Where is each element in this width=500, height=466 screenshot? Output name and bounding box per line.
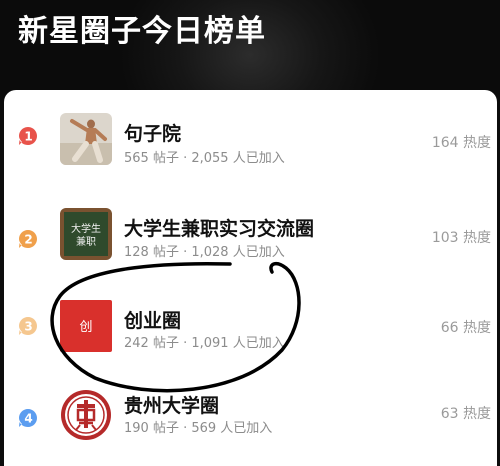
circle-name: 大学生兼职实习交流圈 bbox=[124, 218, 315, 240]
rank-badge-2: 2 bbox=[18, 229, 38, 249]
list-item-rank-4[interactable]: 4 贵州大学圈 190 帖子 · 569 人已加入 63 热度 bbox=[4, 383, 497, 463]
rank-number-3: 3 bbox=[24, 320, 32, 334]
heat-score: 63 热度 bbox=[440, 406, 491, 422]
circle-stats: 190 帖子 · 569 人已加入 bbox=[124, 421, 273, 436]
list-item-rank-2[interactable]: 2 大学生 兼职 大学生兼职实习交流圈 128 帖子 · 1,028 人已加入 … bbox=[4, 195, 497, 275]
chalkboard-text-line1: 大学生 bbox=[71, 222, 101, 235]
person-photo-icon bbox=[60, 113, 112, 165]
page-title: 新星圈子今日榜单 bbox=[18, 14, 266, 49]
rank-number-1: 1 bbox=[24, 130, 32, 144]
rank-number-2: 2 bbox=[24, 233, 32, 247]
circle-name: 句子院 bbox=[124, 123, 182, 145]
heat-score: 103 热度 bbox=[431, 230, 491, 246]
circle-name: 创业圈 bbox=[124, 310, 182, 332]
heat-score: 66 热度 bbox=[440, 320, 491, 336]
rank-badge-1: 1 bbox=[18, 126, 38, 146]
chuang-logo-text: 创 bbox=[79, 320, 92, 335]
rank-number-4: 4 bbox=[24, 412, 32, 426]
chuang-logo-icon: 创 bbox=[60, 300, 112, 352]
university-seal-icon bbox=[60, 389, 112, 441]
circle-stats: 128 帖子 · 1,028 人已加入 bbox=[124, 245, 285, 260]
chalkboard-text-line2: 兼职 bbox=[76, 235, 96, 248]
ranking-list: 1 句子院 565 帖子 · 2,055 人已加入 164 热度 2 大学生 兼… bbox=[4, 90, 497, 466]
list-item-rank-1[interactable]: 1 句子院 565 帖子 · 2,055 人已加入 164 热度 bbox=[4, 95, 497, 175]
rank-badge-4: 4 bbox=[18, 408, 38, 428]
chalkboard-icon: 大学生 兼职 bbox=[60, 208, 112, 260]
circle-stats: 242 帖子 · 1,091 人已加入 bbox=[124, 336, 285, 351]
circle-stats: 565 帖子 · 2,055 人已加入 bbox=[124, 151, 285, 166]
heat-score: 164 热度 bbox=[431, 135, 491, 151]
list-item-rank-3[interactable]: 3 创 创业圈 242 帖子 · 1,091 人已加入 66 热度 bbox=[4, 286, 497, 366]
rank-badge-3: 3 bbox=[18, 316, 38, 336]
circle-name: 贵州大学圈 bbox=[124, 395, 220, 417]
